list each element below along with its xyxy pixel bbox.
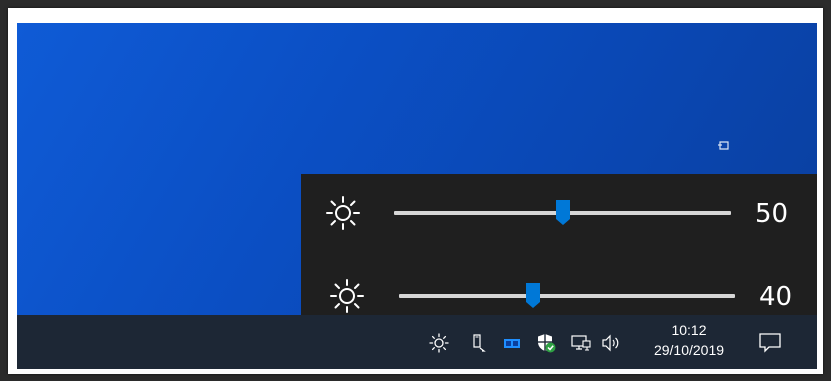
brightness-flyout: 50 40	[301, 174, 817, 338]
clock[interactable]: 10:12 29/10/2019	[639, 320, 739, 360]
clock-time: 10:12	[671, 322, 707, 338]
brightness-slider-track[interactable]	[399, 283, 735, 308]
brightness-value: 50	[755, 199, 789, 229]
desktop: 50 40 10:12 29/10/2019	[17, 23, 817, 369]
app-tray-icon[interactable]	[501, 332, 523, 354]
brightness-value: 40	[759, 282, 793, 312]
action-center-icon[interactable]	[757, 330, 783, 354]
clock-date: 29/10/2019	[653, 342, 725, 358]
network-icon[interactable]	[570, 332, 592, 354]
brightness-slider-track[interactable]	[394, 200, 731, 225]
brightness-slider-thumb[interactable]	[555, 200, 570, 225]
taskbar: 10:12 29/10/2019	[17, 315, 817, 369]
usb-device-icon[interactable]	[467, 332, 489, 354]
volume-icon[interactable]	[600, 332, 622, 354]
brightness-icon[interactable]	[428, 332, 450, 354]
desktop-shortcut-icon[interactable]	[717, 141, 731, 151]
brightness-slider-thumb[interactable]	[526, 283, 541, 308]
monitor-1-brightness-row: 50	[301, 174, 817, 254]
security-shield-icon[interactable]	[535, 332, 557, 354]
sun-brightness-icon	[325, 195, 361, 231]
sun-brightness-icon	[329, 278, 365, 314]
